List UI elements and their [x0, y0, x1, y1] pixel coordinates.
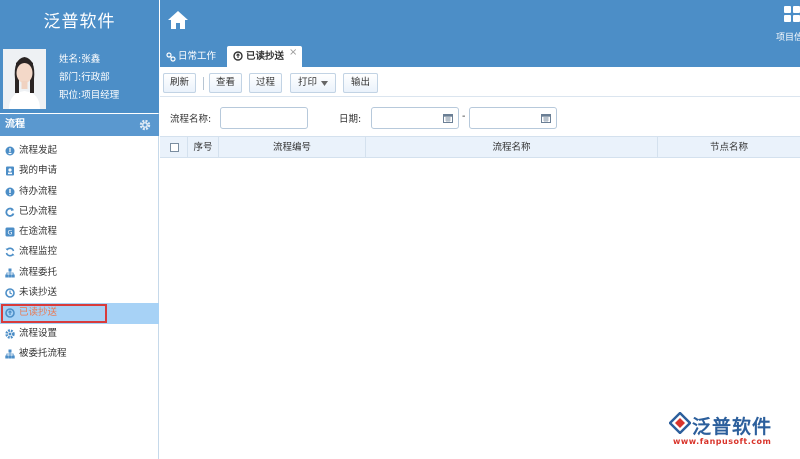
sidebar-item-my-request[interactable]: 我的申请 — [0, 161, 159, 181]
process-button[interactable]: 过程 — [249, 73, 282, 93]
delegated-icon — [5, 349, 15, 359]
settings-icon — [5, 328, 15, 339]
view-button[interactable]: 查看 — [209, 73, 242, 93]
sidebar-item-label: 流程监控 — [19, 246, 58, 258]
sidebar-item-settings[interactable]: 流程设置 — [0, 324, 159, 344]
sidebar-item-read-cc[interactable]: 已读抄送 — [0, 303, 159, 324]
app-logo: 泛普软件 — [0, 0, 159, 44]
unread-cc-icon — [5, 288, 15, 298]
project-label: 项目信 — [776, 33, 800, 43]
sidebar-item-done[interactable]: 已办流程 — [0, 202, 159, 222]
toolbar: 刷新 查看 过程 打印 输出 — [160, 67, 800, 97]
print-label: 打印 — [298, 77, 318, 88]
watermark: 泛普软件 www.fanpusoft.com — [665, 410, 800, 458]
sidebar-item-label: 待办流程 — [19, 185, 58, 197]
circle-arrow-icon — [233, 51, 243, 61]
monitor-icon — [5, 247, 15, 257]
select-all-checkbox[interactable] — [170, 143, 179, 152]
home-icon[interactable] — [167, 10, 189, 30]
sidebar-item-todo[interactable]: 待办流程 — [0, 182, 159, 202]
date-separator: - — [462, 111, 466, 122]
user-title: 职位:项目经理 — [59, 90, 120, 101]
date-from-field[interactable] — [371, 107, 459, 129]
sidebar: 姓名:张鑫 部门:行政部 职位:项目经理 流程 流程发起 我的申请 待办流程 已… — [0, 44, 159, 459]
refresh-button[interactable]: 刷新 — [163, 73, 196, 93]
calendar-icon[interactable] — [541, 113, 551, 123]
sidebar-item-label: 已办流程 — [19, 205, 58, 217]
toolbar-divider — [203, 77, 204, 90]
brand-logo-icon — [669, 412, 691, 434]
project-menu-button[interactable]: 项目信 — [776, 4, 800, 43]
col-header-flow-name[interactable]: 流程名称 — [366, 137, 658, 158]
sidebar-item-label: 被委托流程 — [19, 347, 67, 359]
flow-name-label: 流程名称: — [170, 114, 212, 125]
sidebar-item-label: 在途流程 — [19, 226, 58, 238]
sidebar-menu: 流程发起 我的申请 待办流程 已办流程 G 在途流程 流程监控 流程委托 未读抄 — [0, 141, 159, 364]
top-bar: 项目信 — [160, 0, 800, 44]
export-button[interactable]: 输出 — [343, 73, 378, 93]
col-header-flow-no[interactable]: 流程编号 — [219, 137, 366, 158]
user-info: 姓名:张鑫 部门:行政部 职位:项目经理 — [59, 51, 119, 105]
tab-label: 已读抄送 — [246, 51, 285, 62]
watermark-brand: 泛普软件 — [692, 416, 773, 438]
sidebar-item-flow-start[interactable]: 流程发起 — [0, 141, 159, 161]
gear-icon[interactable] — [139, 119, 151, 131]
sidebar-item-delegate[interactable]: 流程委托 — [0, 263, 159, 283]
print-button[interactable]: 打印 — [290, 73, 336, 93]
avatar — [3, 49, 46, 109]
sidebar-item-delegated[interactable]: 被委托流程 — [0, 344, 159, 364]
todo-icon — [5, 187, 15, 197]
close-icon[interactable]: × — [289, 42, 297, 63]
sidebar-item-label: 流程委托 — [19, 266, 58, 278]
select-all-cell[interactable] — [160, 137, 188, 158]
sidebar-item-unread-cc[interactable]: 未读抄送 — [0, 283, 159, 303]
sidebar-item-label: 我的申请 — [19, 165, 58, 177]
user-dept: 部门:行政部 — [59, 72, 110, 83]
delegate-icon — [5, 268, 15, 278]
my-request-icon — [6, 166, 14, 176]
chevron-down-icon — [321, 81, 328, 86]
filter-bar: 流程名称: 日期: - — [160, 98, 800, 136]
tab-read-cc[interactable]: 已读抄送 × — [227, 46, 302, 67]
flow-name-input[interactable] — [220, 107, 308, 129]
user-name: 姓名:张鑫 — [59, 54, 101, 65]
read-cc-icon — [5, 308, 15, 319]
sidebar-item-label: 流程设置 — [19, 327, 58, 339]
col-header-node-name[interactable]: 节点名称 — [658, 137, 800, 158]
tab-daily-work[interactable]: 日常工作 — [164, 46, 216, 67]
grid-icon — [784, 6, 800, 22]
highlight-outline — [1, 304, 107, 324]
svg-text:G: G — [7, 229, 12, 237]
col-header-index[interactable]: 序号 — [188, 137, 219, 158]
tab-bar: 日常工作 已读抄送 × — [160, 44, 800, 67]
section-title: 流程 — [5, 119, 25, 130]
section-header[interactable]: 流程 — [0, 114, 159, 136]
link-icon — [166, 52, 176, 62]
sidebar-item-monitor[interactable]: 流程监控 — [0, 242, 159, 262]
date-to-field[interactable] — [469, 107, 557, 129]
in-progress-icon: G — [5, 227, 15, 237]
date-label: 日期: — [339, 114, 362, 125]
watermark-url: www.fanpusoft.com — [673, 437, 772, 446]
tab-label: 日常工作 — [178, 51, 217, 62]
user-card: 姓名:张鑫 部门:行政部 职位:项目经理 — [0, 44, 159, 113]
sidebar-item-in-progress[interactable]: G 在途流程 — [0, 222, 159, 242]
sidebar-item-label: 流程发起 — [19, 145, 58, 156]
done-icon — [5, 207, 15, 217]
sidebar-item-label: 未读抄送 — [19, 287, 58, 299]
flow-start-icon — [5, 146, 15, 156]
table-header: 序号 流程编号 流程名称 节点名称 — [160, 136, 800, 158]
calendar-icon[interactable] — [443, 113, 453, 123]
